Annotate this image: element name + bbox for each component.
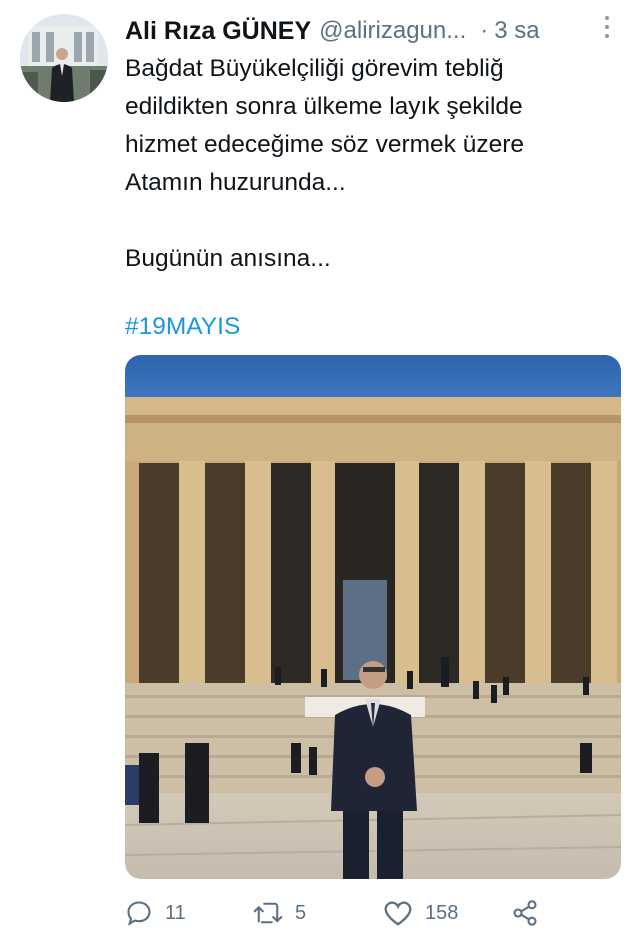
retweet-count: 5 (295, 901, 307, 924)
tweet-text-line: edildikten sonra ülkeme layık şekilde (125, 93, 523, 120)
retweet-button[interactable]: 5 (253, 893, 306, 933)
avatar-photo (20, 14, 108, 102)
author-handle[interactable]: @alirizagun... (319, 17, 466, 45)
tweet-text-line: hizmet edeceğime söz vermek üzere (125, 131, 524, 158)
reply-button[interactable]: 11 (125, 893, 186, 933)
reply-icon (127, 901, 151, 926)
tweet-card[interactable]: Ali Rıza GÜNEY @alirizagun... · 3 sa Bağ… (0, 0, 638, 942)
photo-mausoleum-icon (125, 355, 621, 879)
like-icon (384, 901, 412, 926)
tweet-header: Ali Rıza GÜNEY @alirizagun... · 3 sa (125, 14, 620, 48)
tweet-media-photo[interactable] (125, 355, 621, 879)
share-button[interactable] (511, 893, 551, 933)
like-count: 158 (425, 901, 459, 924)
reply-count: 11 (165, 901, 186, 924)
retweet-icon (253, 902, 283, 924)
tweet-text-line: Bağdat Büyükelçiliği görevim tebliğ (125, 55, 504, 82)
tweet-actions: 11 5 158 (125, 893, 620, 933)
avatar[interactable] (20, 14, 108, 102)
like-button[interactable]: 158 (383, 893, 458, 933)
hashtag-link[interactable]: #19MAYIS (125, 308, 240, 346)
more-options-icon[interactable] (601, 16, 613, 44)
tweet-text: Bağdat Büyükelçiliği görevim tebliğ edil… (125, 50, 620, 278)
share-icon (513, 900, 537, 926)
tweet-text-line: Bugünün anısına... (125, 245, 331, 272)
author-name[interactable]: Ali Rıza GÜNEY (125, 17, 311, 46)
tweet-text-line: Atamın huzurunda... (125, 169, 346, 196)
separator-dot: · (480, 17, 489, 44)
tweet-time[interactable]: 3 sa (494, 17, 539, 45)
